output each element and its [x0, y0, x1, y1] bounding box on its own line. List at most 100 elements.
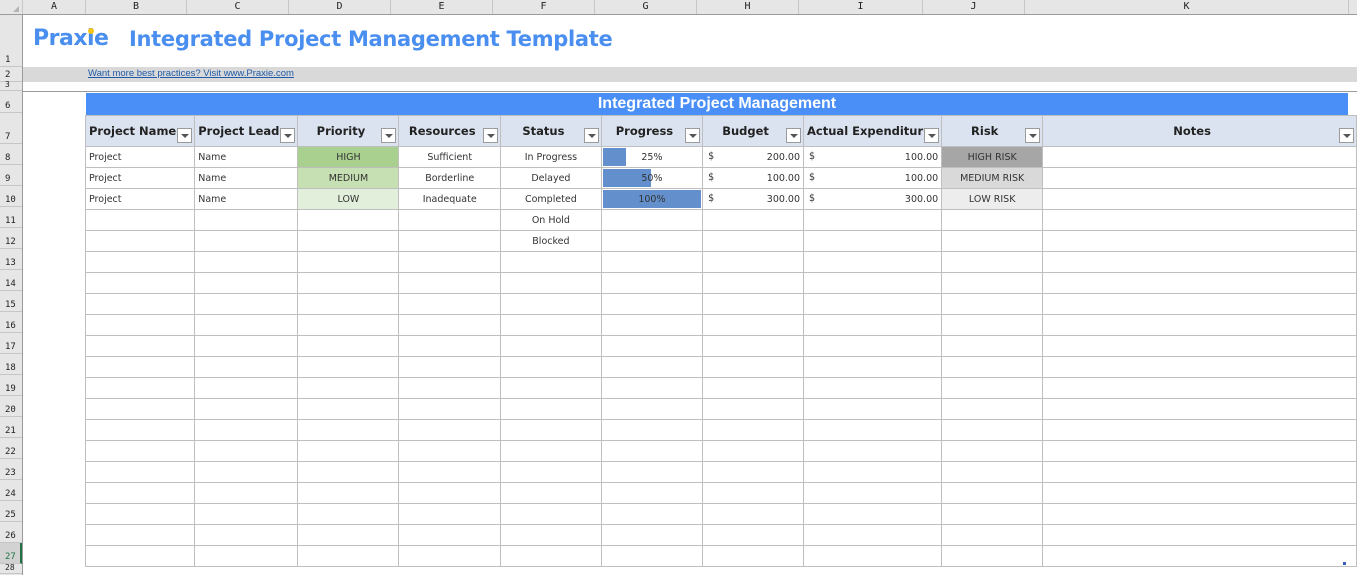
empty-cell[interactable] [941, 419, 1044, 441]
project-lead-cell[interactable]: Name [194, 167, 299, 189]
empty-cell[interactable] [941, 272, 1044, 294]
project-name-cell[interactable]: Project [84, 167, 196, 189]
empty-cell[interactable] [297, 377, 400, 399]
empty-cell[interactable] [297, 524, 400, 546]
empty-cell[interactable] [84, 503, 196, 525]
column-header-h[interactable]: H [697, 0, 799, 14]
empty-cell[interactable] [297, 293, 400, 315]
priority-cell[interactable]: HIGH [297, 146, 400, 168]
row-header-25[interactable]: 25 [0, 501, 22, 522]
empty-cell[interactable] [803, 251, 943, 273]
column-header-e[interactable]: E [391, 0, 493, 14]
empty-cell[interactable] [941, 524, 1044, 546]
row-header-27[interactable]: 27 [0, 543, 22, 564]
empty-cell[interactable] [803, 524, 943, 546]
status-cell[interactable]: Completed [500, 188, 602, 210]
empty-cell[interactable] [1042, 356, 1357, 378]
empty-cell[interactable] [398, 251, 501, 273]
row-header-26[interactable]: 26 [0, 522, 22, 543]
empty-cell[interactable] [702, 293, 805, 315]
empty-cell[interactable] [803, 440, 943, 462]
progress-cell[interactable]: 100% [600, 188, 704, 210]
filter-dropdown-icon[interactable] [924, 128, 940, 143]
empty-cell[interactable] [84, 545, 196, 567]
project-name-cell[interactable]: Project [84, 188, 196, 210]
empty-cell[interactable] [702, 419, 805, 441]
empty-cell[interactable] [600, 293, 704, 315]
empty-cell[interactable] [803, 503, 943, 525]
empty-cell[interactable] [500, 545, 602, 567]
filter-dropdown-icon[interactable] [685, 128, 701, 143]
filter-dropdown-icon[interactable] [280, 128, 296, 143]
empty-cell[interactable] [84, 398, 196, 420]
empty-cell[interactable] [398, 440, 501, 462]
row-header-9[interactable]: 9 [0, 165, 22, 186]
empty-cell[interactable] [1042, 440, 1357, 462]
empty-cell[interactable] [84, 524, 196, 546]
empty-cell[interactable] [297, 482, 400, 504]
empty-cell[interactable] [1042, 482, 1357, 504]
empty-cell[interactable] [941, 503, 1044, 525]
empty-cell[interactable] [297, 356, 400, 378]
empty-cell[interactable] [297, 230, 400, 252]
resources-cell[interactable]: Sufficient [398, 146, 501, 168]
empty-cell[interactable] [194, 440, 299, 462]
empty-cell[interactable] [84, 419, 196, 441]
row-header-1[interactable]: 1 [0, 15, 22, 67]
empty-cell[interactable] [398, 314, 501, 336]
empty-cell[interactable] [1042, 272, 1357, 294]
empty-cell[interactable] [500, 482, 602, 504]
empty-cell[interactable] [500, 335, 602, 357]
notes-cell[interactable] [1042, 146, 1357, 168]
empty-cell[interactable] [1042, 398, 1357, 420]
empty-cell[interactable] [398, 461, 501, 483]
empty-cell[interactable] [398, 272, 501, 294]
empty-cell[interactable] [194, 461, 299, 483]
empty-cell[interactable] [941, 209, 1044, 231]
empty-cell[interactable] [194, 503, 299, 525]
empty-cell[interactable] [803, 398, 943, 420]
row-header-18[interactable]: 18 [0, 354, 22, 375]
filter-dropdown-icon[interactable] [381, 128, 397, 143]
empty-cell[interactable] [941, 293, 1044, 315]
empty-cell[interactable] [702, 314, 805, 336]
empty-cell[interactable] [194, 377, 299, 399]
empty-cell[interactable] [84, 209, 196, 231]
empty-cell[interactable] [398, 398, 501, 420]
empty-cell[interactable] [194, 356, 299, 378]
empty-cell[interactable] [84, 230, 196, 252]
empty-cell[interactable] [941, 461, 1044, 483]
empty-cell[interactable] [500, 356, 602, 378]
empty-cell[interactable] [941, 251, 1044, 273]
filter-dropdown-icon[interactable] [483, 128, 498, 143]
empty-cell[interactable] [941, 482, 1044, 504]
empty-cell[interactable] [600, 461, 704, 483]
status-cell[interactable]: Blocked [500, 230, 602, 252]
empty-cell[interactable] [194, 545, 299, 567]
empty-cell[interactable] [84, 461, 196, 483]
empty-cell[interactable] [803, 230, 943, 252]
empty-cell[interactable] [500, 293, 602, 315]
empty-cell[interactable] [702, 524, 805, 546]
empty-cell[interactable] [803, 461, 943, 483]
row-header-22[interactable]: 22 [0, 438, 22, 459]
empty-cell[interactable] [803, 272, 943, 294]
resources-cell[interactable]: Borderline [398, 167, 501, 189]
empty-cell[interactable] [84, 377, 196, 399]
empty-cell[interactable] [941, 398, 1044, 420]
empty-cell[interactable] [702, 461, 805, 483]
column-header-a[interactable]: A [23, 0, 86, 14]
table-resize-handle[interactable] [1343, 562, 1346, 565]
filter-dropdown-icon[interactable] [786, 128, 802, 143]
empty-cell[interactable] [600, 482, 704, 504]
empty-cell[interactable] [803, 314, 943, 336]
row-header-7[interactable]: 7 [0, 113, 22, 144]
notes-cell[interactable] [1042, 188, 1357, 210]
column-header-k[interactable]: K [1025, 0, 1349, 14]
empty-cell[interactable] [398, 419, 501, 441]
actual-expenditure-cell[interactable]: $300.00 [803, 188, 943, 210]
empty-cell[interactable] [398, 335, 501, 357]
empty-cell[interactable] [398, 524, 501, 546]
column-header-c[interactable]: C [187, 0, 289, 14]
row-header-14[interactable]: 14 [0, 270, 22, 291]
